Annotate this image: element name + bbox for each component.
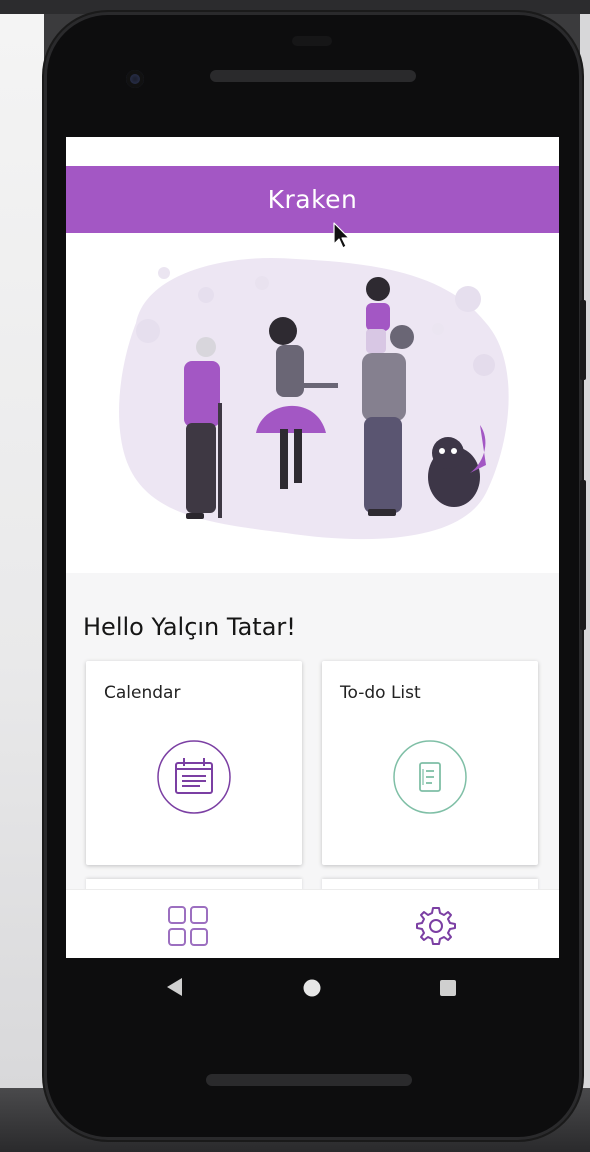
- family-illustration-icon: [119, 257, 509, 540]
- mouse-cursor-icon: [333, 222, 350, 249]
- dashboard-grid-icon[interactable]: [166, 904, 210, 948]
- android-navigation-bar: [66, 958, 559, 1018]
- phone-volume-button: [580, 480, 586, 630]
- todo-list-icon: [393, 740, 467, 814]
- status-bar: [66, 137, 559, 166]
- phone-bottom-speaker: [206, 1074, 412, 1086]
- app-title: Kraken: [267, 185, 358, 214]
- home-circle-icon[interactable]: [302, 978, 322, 998]
- front-camera-icon: [126, 70, 144, 88]
- calendar-card[interactable]: Calendar: [86, 661, 302, 865]
- app-screen: Kraken Hello Yalçın Tatar! Calendar To-d…: [66, 137, 559, 958]
- app-bar: Kraken: [66, 166, 559, 233]
- calendar-icon: [157, 740, 231, 814]
- recents-square-icon[interactable]: [438, 978, 458, 998]
- phone-power-button: [580, 300, 586, 380]
- settings-gear-icon[interactable]: [414, 904, 458, 948]
- back-triangle-icon[interactable]: [164, 976, 184, 998]
- hero-illustration: [66, 233, 559, 573]
- bottom-navigation: [66, 889, 559, 958]
- phone-earpiece-slot: [292, 36, 332, 46]
- video-frame-left: [0, 14, 44, 1094]
- calendar-card-label: Calendar: [104, 683, 181, 703]
- todo-list-card[interactable]: To-do List: [322, 661, 538, 865]
- greeting-text: Hello Yalçın Tatar!: [83, 613, 296, 641]
- phone-top-speaker: [210, 70, 416, 82]
- todo-list-card-label: To-do List: [340, 683, 421, 703]
